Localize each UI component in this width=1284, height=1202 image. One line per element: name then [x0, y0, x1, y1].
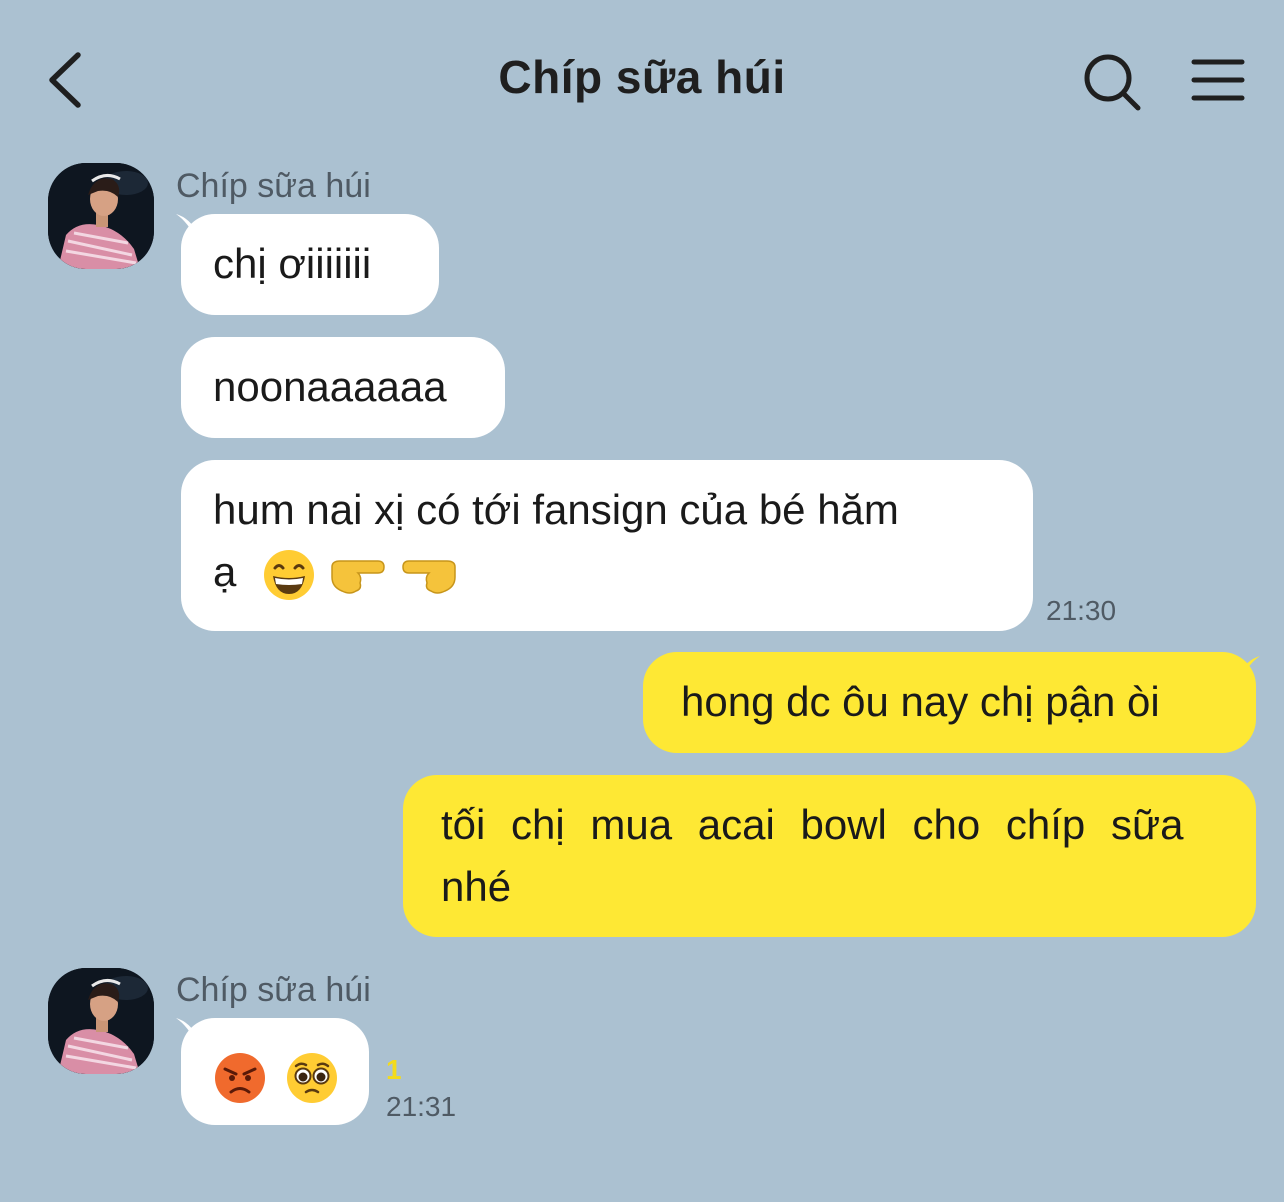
message-text: nhé — [441, 863, 512, 910]
message-text: tối chị mua acai bowl cho chíp sữa — [441, 801, 1184, 848]
unread-count: 1 — [386, 1054, 402, 1085]
message-line: ạ — [213, 541, 1001, 603]
pleading-face-emoji — [286, 1052, 337, 1103]
message-text: hum nai xị có tới fansign của bé hăm — [213, 486, 899, 533]
pointing-right-emoji — [330, 560, 385, 594]
avatar-photo — [48, 968, 154, 1074]
sender-name: Chíp sữa húi — [176, 167, 371, 205]
grinning-face-emoji — [264, 549, 315, 600]
outgoing-message[interactable]: hong dc ôu nay chị pận òi — [643, 652, 1256, 753]
incoming-message[interactable]: hum nai xị có tới fansign của bé hăm ạ — [181, 460, 1033, 631]
message-text: noonaaaaaa — [213, 363, 447, 410]
angry-face-emoji — [215, 1052, 265, 1103]
outgoing-message[interactable]: tối chị mua acai bowl cho chíp sữa nhé — [403, 775, 1256, 937]
message-text: chị ơiiiiiii — [213, 240, 372, 287]
sender-avatar[interactable] — [48, 968, 154, 1074]
message-timestamp: 21:31 — [386, 1091, 457, 1122]
incoming-message[interactable]: chị ơiiiiiii — [181, 214, 439, 315]
avatar-photo — [48, 163, 154, 269]
pointing-left-emoji — [402, 560, 457, 594]
search-icon — [1084, 54, 1141, 111]
search-button[interactable] — [1080, 50, 1144, 114]
message-text: hong dc ôu nay chị pận òi — [681, 678, 1160, 725]
incoming-message[interactable]: noonaaaaaa — [181, 337, 505, 438]
chat-header: Chíp sữa húi — [0, 0, 1284, 150]
menu-button[interactable] — [1188, 52, 1248, 112]
message-text: ạ — [213, 548, 237, 595]
sender-avatar[interactable] — [48, 163, 154, 269]
message-timestamp: 21:30 — [1046, 595, 1117, 626]
hamburger-menu-icon — [1191, 59, 1245, 101]
incoming-message[interactable] — [181, 1018, 369, 1125]
sender-name: Chíp sữa húi — [176, 971, 371, 1009]
